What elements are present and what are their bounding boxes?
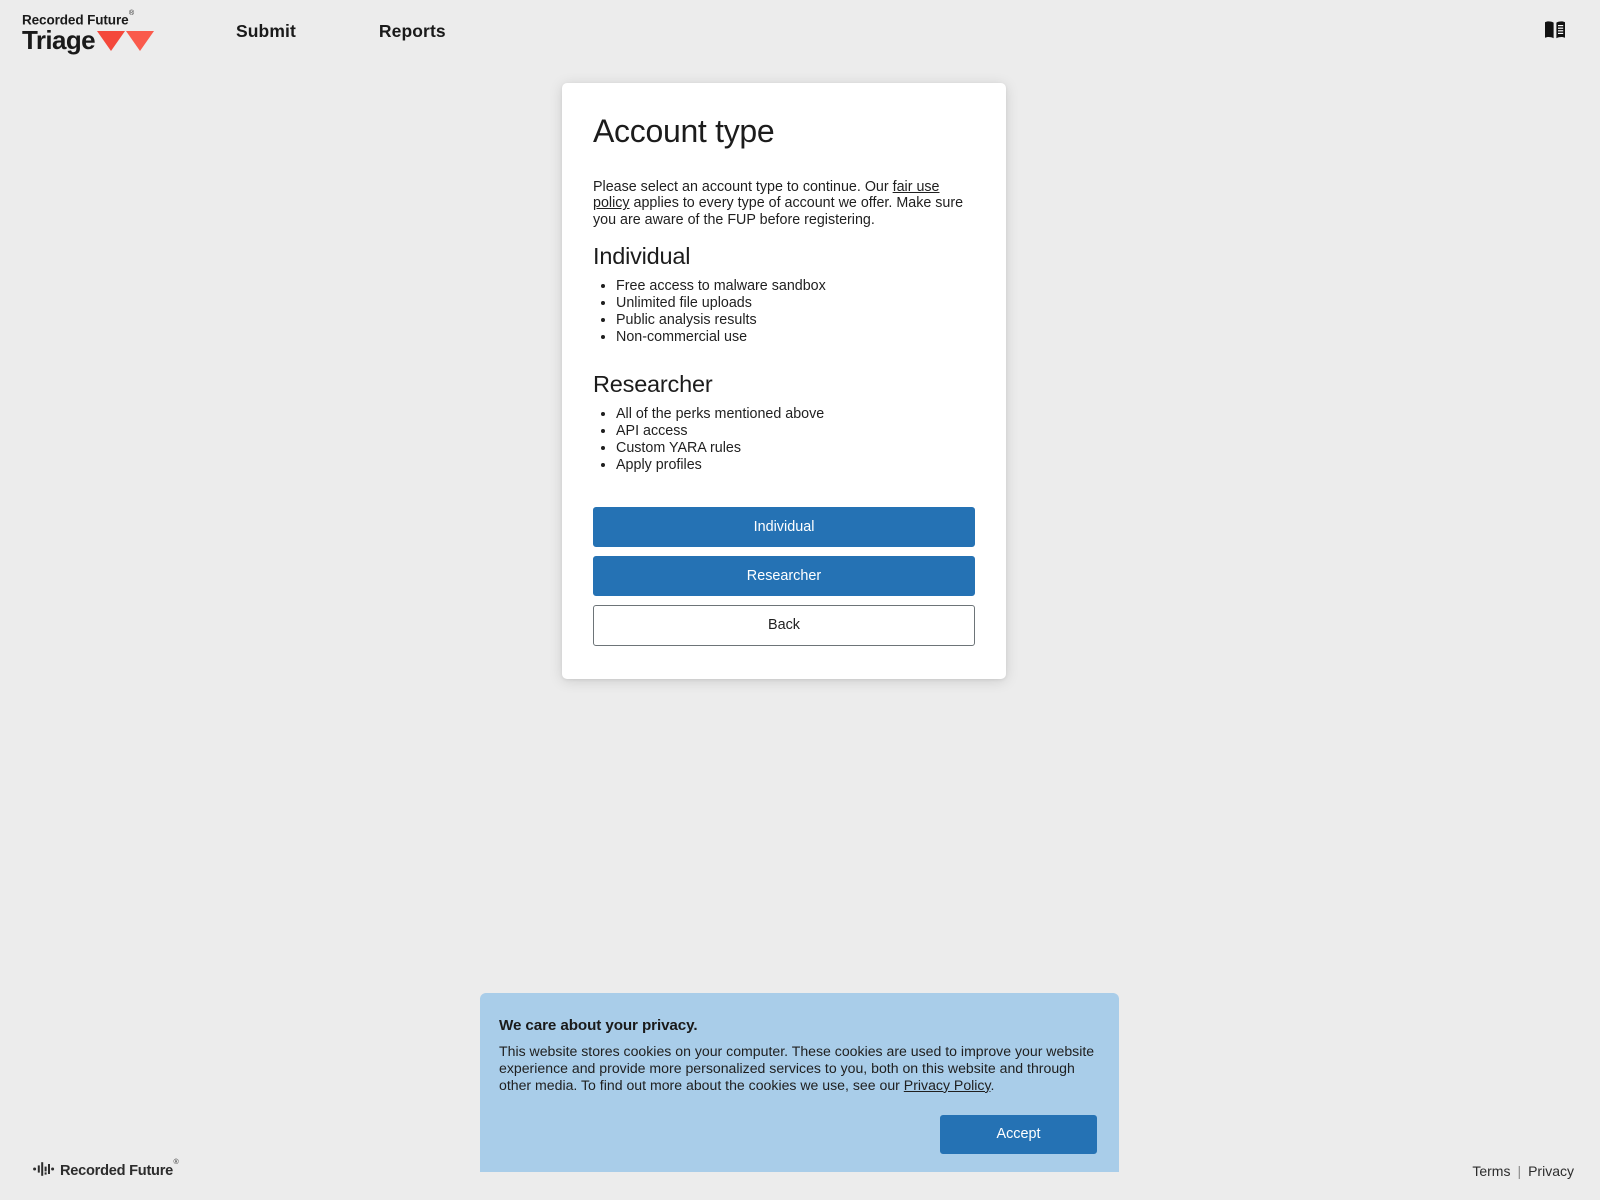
documentation-button[interactable]	[1540, 16, 1570, 46]
account-type-card: Account type Please select an account ty…	[562, 83, 1006, 679]
privacy-policy-link[interactable]: Privacy Policy	[904, 1077, 991, 1093]
brand-top-text: Recorded Future®	[22, 9, 135, 28]
intro-text-after: applies to every type of account we offe…	[593, 195, 964, 228]
top-navbar: Recorded Future® Triage Submit Reports	[0, 0, 1600, 62]
page-footer: Recorded Future® Terms | Privacy	[0, 1142, 1600, 1200]
perks-list-individual: Free access to malware sandbox Unlimited…	[593, 278, 975, 346]
triangle-left-icon	[97, 31, 125, 52]
terms-link[interactable]: Terms	[1472, 1163, 1510, 1179]
researcher-button[interactable]: Researcher	[593, 555, 975, 597]
triangles-icon	[97, 31, 154, 52]
tier-title-researcher: Researcher	[593, 370, 713, 397]
back-button[interactable]: Back	[593, 605, 975, 646]
privacy-link[interactable]: Privacy	[1528, 1163, 1574, 1179]
list-item: API access	[616, 423, 975, 440]
nav-link-reports[interactable]: Reports	[379, 13, 446, 50]
list-item: Non-commercial use	[616, 329, 975, 346]
list-item: Unlimited file uploads	[616, 295, 975, 312]
waveform-icon	[33, 1161, 57, 1182]
registered-mark: ®	[129, 9, 135, 17]
intro-text-before: Please select an account type to continu…	[593, 178, 893, 195]
tier-title-individual: Individual	[593, 242, 691, 269]
nav-link-submit[interactable]: Submit	[236, 13, 296, 50]
cookie-banner-title: We care about your privacy.	[499, 1017, 698, 1034]
page-title: Account type	[593, 113, 775, 149]
footer-brand-text: Recorded Future®	[60, 1158, 179, 1179]
list-item: Public analysis results	[616, 312, 975, 329]
footer-links: Terms | Privacy	[1472, 1163, 1574, 1179]
brand-bottom-row: Triage	[22, 27, 154, 54]
cookie-banner-text: This website stores cookies on your comp…	[499, 1043, 1097, 1093]
list-item: All of the perks mentioned above	[616, 406, 975, 423]
list-item: Apply profiles	[616, 457, 975, 474]
footer-registered-mark: ®	[173, 1158, 179, 1166]
intro-paragraph: Please select an account type to continu…	[593, 179, 975, 229]
triangle-right-icon	[126, 31, 154, 52]
footer-separator: |	[1517, 1163, 1522, 1179]
cookie-text-after: .	[990, 1076, 995, 1093]
open-book-icon	[1544, 20, 1566, 43]
list-item: Custom YARA rules	[616, 440, 975, 457]
brand-logo-triage[interactable]: Recorded Future® Triage	[22, 8, 154, 55]
card-actions: Individual Researcher Back	[593, 506, 975, 646]
cookie-text-before: This website stores cookies on your comp…	[499, 1043, 1095, 1093]
perks-list-researcher: All of the perks mentioned above API acc…	[593, 406, 975, 474]
individual-button[interactable]: Individual	[593, 506, 975, 547]
primary-nav: Submit Reports	[236, 13, 529, 50]
list-item: Free access to malware sandbox	[616, 278, 975, 295]
footer-brand-logo[interactable]: Recorded Future®	[33, 1158, 179, 1182]
brand-bottom-text: Triage	[22, 25, 96, 56]
